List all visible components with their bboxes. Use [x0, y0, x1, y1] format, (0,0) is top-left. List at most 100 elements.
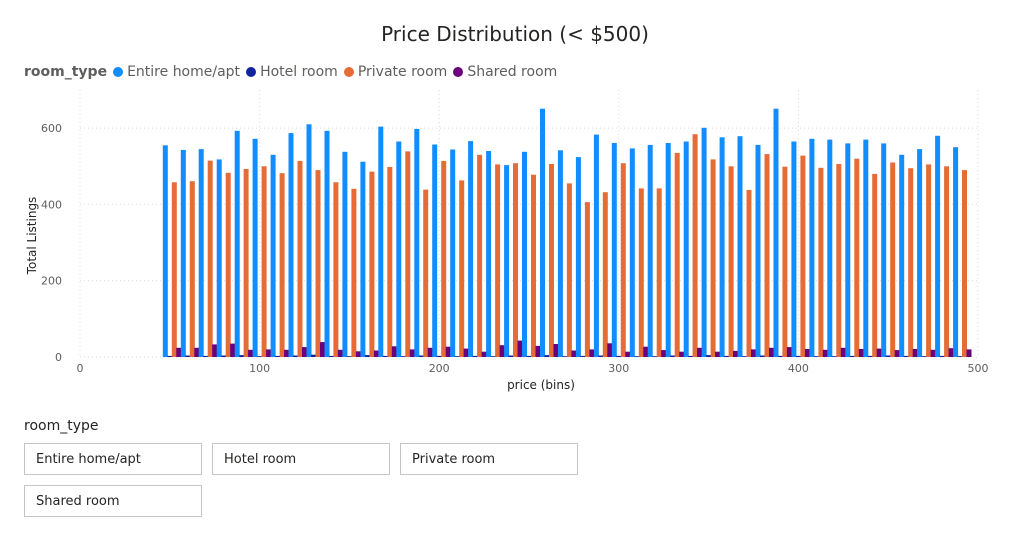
bar	[535, 345, 541, 357]
bar	[337, 349, 343, 357]
bar	[939, 355, 945, 357]
slicer-option-private-room[interactable]: Private room	[400, 443, 578, 475]
legend-dot-icon	[343, 67, 354, 77]
bar	[225, 172, 231, 357]
bar	[795, 355, 801, 357]
bar	[243, 169, 249, 357]
bar	[800, 155, 806, 357]
chart-plot: 0 200 400 600 0 100 200 300 400 500 price (bins) To…	[25, 90, 989, 392]
bar	[755, 144, 761, 357]
bar	[625, 351, 631, 357]
bar	[373, 350, 379, 357]
bar	[867, 355, 873, 357]
bar	[616, 355, 622, 357]
bar	[607, 343, 613, 357]
bar	[324, 130, 330, 357]
bar	[176, 347, 182, 357]
bar	[382, 355, 388, 357]
bar	[185, 355, 191, 357]
slicer-option-entire-home[interactable]: Entire home/apt	[24, 443, 202, 475]
bar	[230, 343, 236, 357]
x-tick-label: 0	[77, 362, 84, 375]
y-tick-label: 200	[41, 275, 62, 288]
bar	[472, 355, 478, 357]
bar	[647, 144, 653, 357]
bar	[602, 192, 608, 357]
bar	[580, 355, 586, 357]
bar	[818, 167, 824, 357]
bar	[697, 347, 703, 357]
bar	[760, 355, 765, 357]
legend-label: Entire home/apt	[127, 64, 241, 80]
bar	[198, 149, 204, 357]
legend-dot-icon	[246, 67, 257, 77]
bar	[279, 173, 285, 357]
bar	[921, 356, 927, 357]
bar	[360, 161, 366, 357]
bar	[827, 139, 833, 357]
bar	[782, 166, 788, 357]
bar	[297, 160, 303, 357]
gridlines	[79, 90, 979, 358]
legend-label: Shared room	[467, 64, 558, 80]
bar	[872, 173, 878, 357]
bar	[275, 355, 281, 357]
bar	[620, 163, 626, 357]
legend-entry-hotel-room[interactable]: Hotel room	[246, 64, 338, 80]
bar	[656, 188, 662, 357]
bar	[549, 164, 554, 357]
bar	[885, 355, 891, 357]
bar	[351, 188, 357, 357]
bar	[737, 136, 743, 357]
bar	[733, 350, 738, 357]
bar	[517, 340, 523, 357]
bar	[665, 143, 671, 357]
bar	[881, 143, 887, 357]
bar	[499, 345, 505, 357]
bar	[468, 141, 474, 357]
legend: room_type Entire home/apt Hotel room Pri…	[24, 63, 563, 81]
bar	[203, 355, 209, 357]
bar	[508, 355, 514, 357]
slicer-option-hotel-room[interactable]: Hotel room	[212, 443, 390, 475]
legend-dot-icon	[453, 67, 464, 77]
bar	[751, 349, 756, 357]
bar	[953, 147, 959, 357]
bar	[194, 347, 200, 357]
bar	[450, 149, 456, 357]
bar	[504, 165, 510, 357]
bar	[809, 138, 815, 357]
bar	[162, 145, 168, 357]
bar	[688, 355, 694, 357]
bar	[715, 351, 721, 357]
legend-title: room_type	[24, 64, 108, 80]
bar	[742, 356, 747, 357]
bar	[266, 349, 272, 357]
bar	[692, 134, 698, 357]
bar	[257, 356, 263, 357]
x-tick-label: 100	[249, 362, 270, 375]
bar	[629, 148, 635, 357]
bar	[405, 151, 411, 357]
bar	[661, 350, 667, 357]
bar	[724, 355, 730, 357]
bar	[234, 130, 240, 357]
legend-entry-shared-room[interactable]: Shared room	[453, 64, 557, 80]
bar	[418, 355, 424, 357]
legend-dot-icon	[113, 67, 124, 77]
bar	[221, 355, 227, 357]
legend-entry-entire-home[interactable]: Entire home/apt	[113, 64, 240, 80]
bar	[540, 108, 545, 357]
bar	[643, 346, 649, 357]
bar	[239, 355, 245, 357]
bar	[683, 141, 689, 357]
bar	[706, 355, 712, 357]
slicer-option-shared-room[interactable]: Shared room	[24, 485, 202, 517]
bar	[836, 164, 842, 357]
x-tick-label: 200	[429, 362, 450, 375]
bar	[167, 355, 173, 357]
bar	[912, 349, 918, 357]
legend-entry-private-room[interactable]: Private room	[343, 64, 447, 80]
bar	[427, 347, 433, 357]
bar	[773, 108, 779, 357]
